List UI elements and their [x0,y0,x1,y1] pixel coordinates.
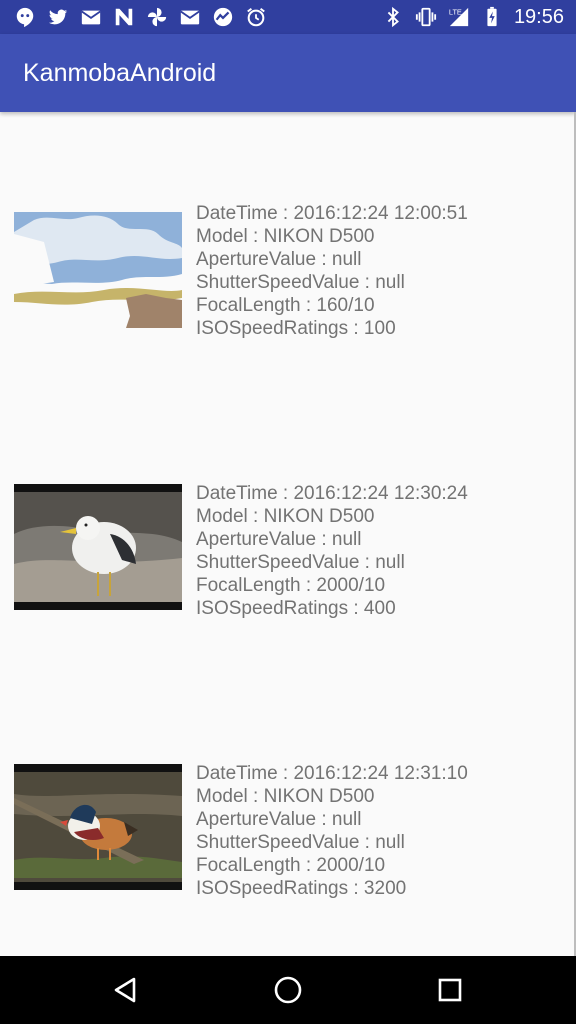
alarm-icon [245,6,267,28]
sky-landscape-thumbnail [14,212,182,338]
list-item[interactable]: DateTime : 2016:12:24 12:31:10 Model : N… [0,763,576,918]
exif-info: DateTime : 2016:12:24 12:00:51 Model : N… [196,202,468,340]
list-item[interactable]: DateTime : 2016:12:24 12:30:24 Model : N… [0,483,576,638]
chart-app-icon [212,6,234,28]
vibrate-icon [415,6,437,28]
datetime-text: DateTime : 2016:12:24 12:31:10 [196,763,468,784]
model-text: Model : NIKON D500 [196,226,375,247]
mandarin-duck-thumbnail [14,764,182,890]
list-item[interactable]: DateTime : 2016:12:24 12:00:51 Model : N… [0,203,576,358]
iso-text: ISOSpeedRatings : 400 [196,598,396,619]
mail-icon [80,6,102,28]
home-icon[interactable] [272,974,304,1006]
clock-time: 19:56 [513,6,564,28]
n-app-icon [113,6,135,28]
exif-info: DateTime : 2016:12:24 12:31:10 Model : N… [196,762,468,900]
lte-signal-icon: LTE [448,6,470,28]
app-bar: KanmobaAndroid [0,34,576,112]
navigation-bar [0,956,576,1024]
aperture-text: ApertureValue : null [196,249,362,270]
seagull-thumbnail [14,484,182,610]
focal-length-text: FocalLength : 2000/10 [196,575,386,596]
model-text: Model : NIKON D500 [196,506,375,527]
status-bar: LTE 19:56 [0,0,576,34]
shutter-text: ShutterSpeedValue : null [196,272,405,293]
datetime-text: DateTime : 2016:12:24 12:00:51 [196,203,468,224]
battery-charging-icon [481,6,503,28]
focal-length-text: FocalLength : 2000/10 [196,855,386,876]
exif-info: DateTime : 2016:12:24 12:30:24 Model : N… [196,482,468,620]
aperture-text: ApertureValue : null [196,529,362,550]
back-icon[interactable] [110,974,142,1006]
iso-text: ISOSpeedRatings : 3200 [196,878,407,899]
pinwheel-icon [146,6,168,28]
shutter-text: ShutterSpeedValue : null [196,832,405,853]
recents-icon[interactable] [434,974,466,1006]
focal-length-text: FocalLength : 160/10 [196,295,375,316]
mail-icon [179,6,201,28]
shutter-text: ShutterSpeedValue : null [196,552,405,573]
svg-text:LTE: LTE [449,7,462,16]
iso-text: ISOSpeedRatings : 100 [196,318,396,339]
datetime-text: DateTime : 2016:12:24 12:30:24 [196,483,468,504]
photo-list[interactable]: DateTime : 2016:12:24 12:00:51 Model : N… [0,112,576,956]
model-text: Model : NIKON D500 [196,786,375,807]
hangouts-icon [14,6,36,28]
app-title: KanmobaAndroid [23,59,217,87]
bluetooth-icon [382,6,404,28]
aperture-text: ApertureValue : null [196,809,362,830]
twitter-icon [47,6,69,28]
